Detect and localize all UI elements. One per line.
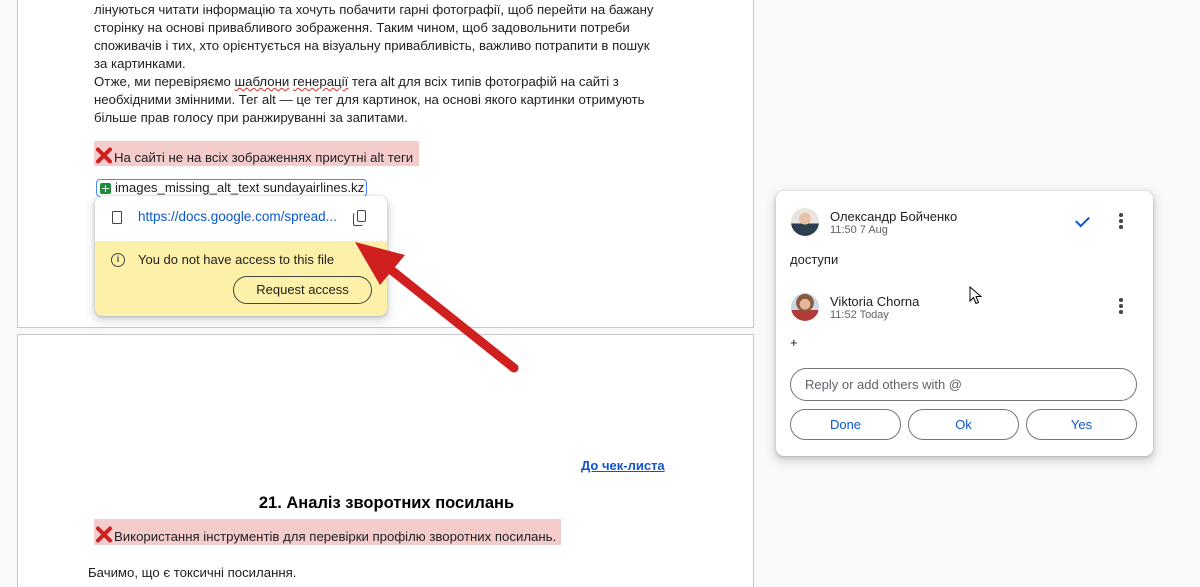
reply-input[interactable] (790, 368, 1137, 401)
avatar (791, 208, 819, 236)
paragraph-line: споживачів і тих, хто орієнтується на ві… (94, 38, 650, 53)
paragraph-line: Отже, ми перевіряємо шаблони генерації т… (94, 73, 654, 91)
popup-link-row: https://docs.google.com/spread... (95, 196, 387, 241)
mouse-cursor-icon (969, 286, 983, 305)
text-span: Отже, ми перевіряємо (94, 74, 235, 89)
paragraph-line: необхідними змінними. Тег alt — це тег д… (94, 92, 645, 107)
red-x-icon (94, 524, 114, 544)
issue-row: На сайті не на всіх зображеннях присутні… (94, 141, 419, 166)
copy-icon[interactable] (353, 210, 366, 226)
no-access-panel: i You do not have access to this file Re… (95, 241, 387, 316)
popup-url-link[interactable]: https://docs.google.com/spread... (138, 209, 337, 224)
comment-time: 11:52 Today (830, 309, 889, 321)
comment-author: Олександр Бойченко (830, 209, 958, 224)
comment-thread-card: Олександр Бойченко 11:50 7 Aug доступи V… (776, 191, 1153, 456)
doc-icon (112, 211, 122, 224)
issue-text: На сайті не на всіх зображеннях присутні… (114, 150, 414, 165)
comment-text: + (790, 335, 798, 350)
paragraph-line: Бачимо, що є токсичні посилання. (88, 565, 297, 580)
issue-row: Використання інструментів для перевірки … (94, 519, 561, 545)
no-access-message: You do not have access to this file (138, 252, 335, 267)
resolve-check-icon[interactable] (1075, 212, 1090, 228)
file-chip-label: images_missing_alt_text sundayairlines.k… (115, 180, 365, 195)
request-access-button[interactable]: Request access (233, 276, 372, 304)
info-icon: i (111, 253, 125, 267)
issue-text: Використання інструментів для перевірки … (114, 529, 557, 544)
more-vert-icon[interactable] (1119, 298, 1123, 314)
paragraph: лінуються читати інформацію та хочуть по… (94, 1, 654, 127)
paragraph-line: сторінку на основі привабливого зображен… (94, 20, 630, 35)
ok-button[interactable]: Ok (908, 409, 1019, 440)
paragraph-line: за картинками. (94, 56, 186, 71)
paragraph-line: лінуються читати інформацію та хочуть по… (94, 2, 654, 17)
file-link-chip[interactable]: images_missing_alt_text sundayairlines.k… (96, 179, 368, 197)
avatar (791, 293, 819, 321)
yes-button[interactable]: Yes (1026, 409, 1137, 440)
spelling-error-word[interactable]: шаблони (235, 74, 290, 89)
document-page-2: До чек-листа 21. Аналіз зворотних посила… (17, 334, 754, 587)
text-span: тега alt для всіх типів фотографій на са… (348, 74, 619, 89)
spelling-error-word[interactable]: генерації (293, 74, 348, 89)
sheets-icon (100, 183, 111, 194)
comment-author: Viktoria Chorna (830, 294, 920, 309)
more-vert-icon[interactable] (1119, 213, 1123, 229)
paragraph-line: більше прав голосу при ранжируванні за з… (94, 110, 408, 125)
done-button[interactable]: Done (790, 409, 901, 440)
checklist-link[interactable]: До чек-листа (581, 458, 665, 473)
comment-time: 11:50 7 Aug (830, 224, 888, 236)
comment-text: доступи (790, 252, 839, 267)
link-preview-popup: https://docs.google.com/spread... i You … (95, 196, 387, 316)
section-heading: 21. Аналіз зворотних посилань (258, 494, 515, 512)
red-x-icon (94, 145, 114, 165)
